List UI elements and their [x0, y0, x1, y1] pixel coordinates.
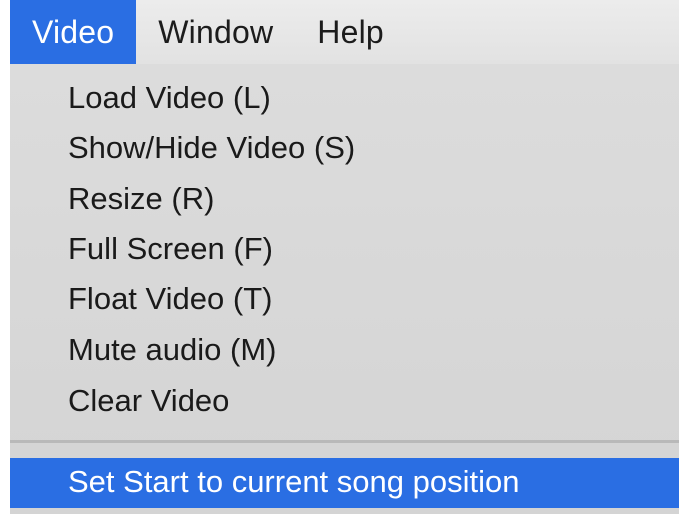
menu-item-show-hide-video[interactable]: Show/Hide Video (S)	[68, 128, 355, 168]
menu-item-resize[interactable]: Resize (R)	[68, 179, 214, 219]
menu-item-load-video[interactable]: Load Video (L)	[68, 78, 271, 118]
menu-item-clear-video[interactable]: Clear Video	[68, 381, 229, 421]
menu-item-set-start-highlighted[interactable]: Set Start to current song position	[10, 458, 679, 508]
menu-item-set-start-label: Set Start to current song position	[68, 464, 520, 499]
menu-separator	[10, 440, 679, 443]
menu-window[interactable]: Window	[136, 0, 295, 64]
menu-help[interactable]: Help	[295, 0, 406, 64]
menu-item-float-video[interactable]: Float Video (T)	[68, 279, 272, 319]
screen: Video Window Help Load Video (L) Show/Hi…	[0, 0, 679, 514]
menu-bar: Video Window Help	[10, 0, 679, 64]
video-menu-dropdown: Load Video (L) Show/Hide Video (S) Resiz…	[10, 64, 679, 514]
menu-item-full-screen[interactable]: Full Screen (F)	[68, 229, 273, 269]
menu-video[interactable]: Video	[10, 0, 137, 64]
menu-item-mute-audio[interactable]: Mute audio (M)	[68, 330, 276, 370]
